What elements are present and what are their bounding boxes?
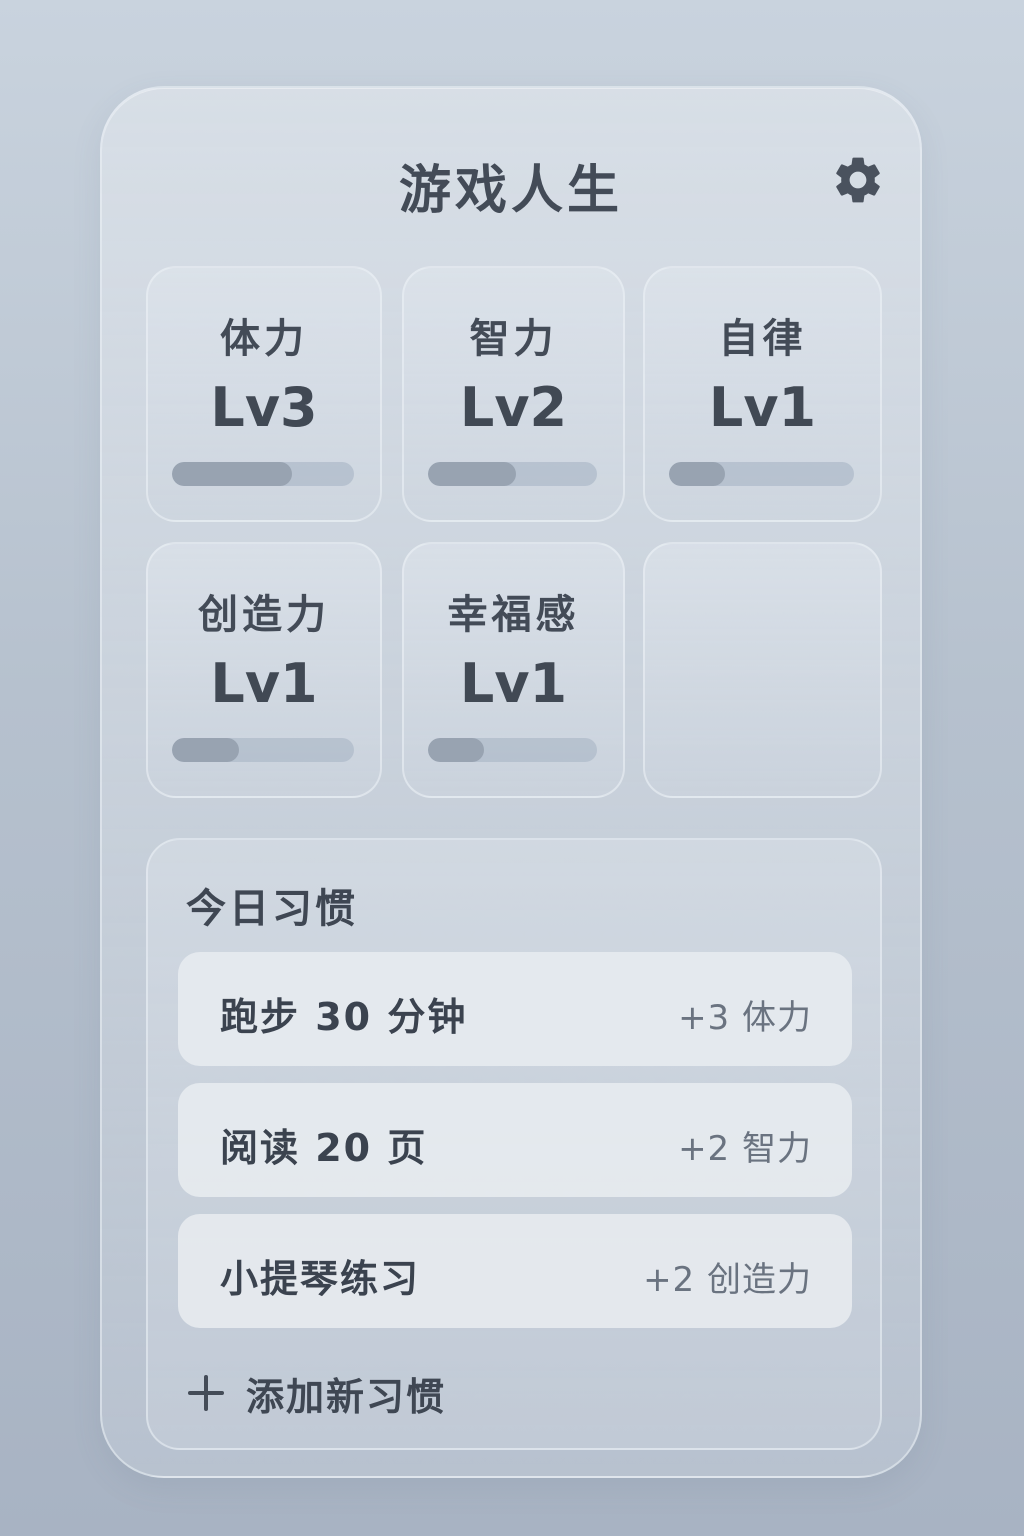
progress-bar	[172, 462, 354, 486]
stat-card-stamina[interactable]: 体力 Lv3	[146, 266, 382, 522]
progress-fill	[172, 462, 293, 486]
habits-panel: 今日习惯 跑步 30 分钟 +3 体力 阅读 20 页 +2 智力 小提琴练习 …	[146, 838, 882, 1450]
progress-fill	[428, 738, 484, 762]
habit-reward: +2 创造力	[643, 1260, 812, 1300]
add-habit-button[interactable]: 添加新习惯	[188, 1368, 447, 1419]
stat-name: 自律	[718, 316, 807, 362]
stat-card-discipline[interactable]: 自律 Lv1	[643, 266, 882, 522]
progress-fill	[172, 738, 240, 762]
habit-reward: +2 智力	[678, 1129, 812, 1169]
stat-level: Lv2	[459, 376, 568, 439]
stat-name: 智力	[469, 316, 558, 362]
habit-reward: +3 体力	[678, 998, 812, 1038]
gear-icon[interactable]	[830, 152, 886, 208]
habit-item[interactable]: 跑步 30 分钟 +3 体力	[178, 952, 852, 1066]
progress-bar	[428, 738, 597, 762]
habit-item[interactable]: 小提琴练习 +2 创造力	[178, 1214, 852, 1328]
habits-title: 今日习惯	[186, 886, 358, 932]
stats-grid: 体力 Lv3 智力 Lv2 自律 Lv1 创造力 Lv1 幸福感 Lv1	[146, 266, 882, 800]
progress-bar	[172, 738, 354, 762]
progress-fill	[428, 462, 516, 486]
app-card: 游戏人生 体力 Lv3 智力 Lv2 自律 Lv1 创造力 Lv1 幸福感 Lv…	[100, 86, 922, 1478]
stat-level: Lv1	[210, 652, 318, 715]
habit-item[interactable]: 阅读 20 页 +2 智力	[178, 1083, 852, 1197]
add-habit-label: 添加新习惯	[246, 1374, 447, 1419]
stat-level: Lv1	[459, 652, 568, 715]
stat-card-happiness[interactable]: 幸福感 Lv1	[402, 542, 625, 798]
empty-stat-slot	[643, 542, 882, 798]
stat-level: Lv3	[210, 376, 318, 439]
stat-name: 创造力	[198, 592, 330, 638]
page-title: 游戏人生	[398, 161, 623, 221]
plus-icon	[188, 1375, 224, 1411]
habit-label: 小提琴练习	[220, 1257, 421, 1301]
progress-bar	[669, 462, 854, 486]
progress-bar	[428, 462, 597, 486]
habit-label: 阅读 20 页	[220, 1126, 428, 1170]
stat-card-creativity[interactable]: 创造力 Lv1	[146, 542, 382, 798]
stat-name: 体力	[220, 316, 308, 362]
habit-label: 跑步 30 分钟	[220, 995, 468, 1039]
stat-level: Lv1	[708, 376, 817, 439]
stat-name: 幸福感	[447, 592, 580, 638]
progress-fill	[669, 462, 725, 486]
stat-card-intelligence[interactable]: 智力 Lv2	[402, 266, 625, 522]
